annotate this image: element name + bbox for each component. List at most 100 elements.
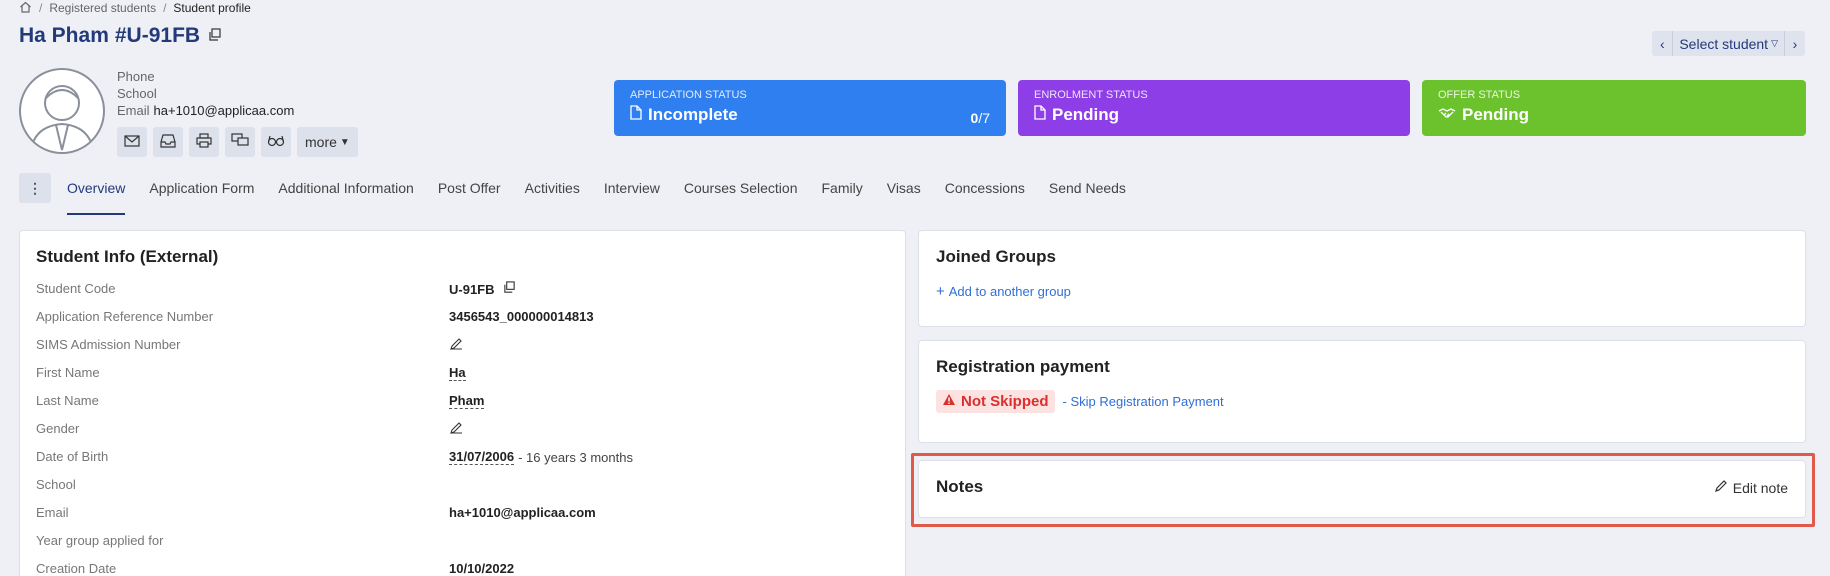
info-row: Date of Birth 31/07/2006 - 16 years 3 mo… <box>36 449 889 477</box>
copy-icon[interactable] <box>208 24 222 48</box>
field-value: ha+1010@applicaa.com <box>449 505 596 520</box>
tab-courses-selection[interactable]: Courses Selection <box>684 173 798 203</box>
field-label: Last Name <box>36 393 99 408</box>
add-to-group-link[interactable]: + Add to another group <box>936 283 1071 300</box>
tab-family[interactable]: Family <box>822 173 863 203</box>
application-status-label: APPLICATION STATUS <box>630 89 747 101</box>
contact-info: Phone School Email ha+1010@applicaa.com <box>117 68 294 119</box>
field-label: Year group applied for <box>36 533 164 548</box>
tab-application-form[interactable]: Application Form <box>149 173 254 203</box>
page-title: Ha Pham #U-91FB <box>19 24 222 48</box>
pencil-icon <box>1714 479 1728 496</box>
field-value[interactable]: Ha <box>449 365 466 381</box>
enrolment-status-label: ENROLMENT STATUS <box>1034 89 1148 101</box>
breadcrumb-current: Student profile <box>173 1 251 15</box>
phone-label: Phone <box>117 69 155 84</box>
info-row: SIMS Admission Number <box>36 337 889 365</box>
notes-title: Notes <box>936 477 984 496</box>
tab-overview[interactable]: Overview <box>67 173 126 215</box>
tab-visas[interactable]: Visas <box>887 173 921 203</box>
edit-note-button[interactable]: Edit note <box>1714 479 1788 496</box>
payment-status-badge: Not Skipped <box>936 390 1055 413</box>
edit-note-label: Edit note <box>1732 479 1788 496</box>
breadcrumb-registered-students[interactable]: Registered students <box>49 1 156 15</box>
application-status-card[interactable]: APPLICATION STATUS Incomplete 0/7 <box>614 80 1006 136</box>
info-row: Application Reference Number 3456543_000… <box>36 309 889 337</box>
field-label: School <box>36 477 76 492</box>
tab-additional-information[interactable]: Additional Information <box>278 173 413 203</box>
student-id: #U-91FB <box>114 24 201 47</box>
student-info-title: Student Info (External) <box>36 247 219 266</box>
select-student-dropdown[interactable]: Select student ▽ <box>1672 31 1785 56</box>
kebab-menu-icon[interactable]: ⋮ <box>19 173 51 203</box>
print-button[interactable] <box>189 127 219 157</box>
tab-activities[interactable]: Activities <box>525 173 580 203</box>
info-row: First Name Ha <box>36 365 889 393</box>
age-text: - 16 years 3 months <box>518 449 633 465</box>
application-status-value: Incomplete <box>648 105 738 124</box>
next-student-button[interactable]: › <box>1785 31 1805 56</box>
tab-bar: ⋮ Overview Application Form Additional I… <box>19 173 1150 215</box>
enrolment-status-value: Pending <box>1052 105 1120 124</box>
tab-post-offer[interactable]: Post Offer <box>438 173 501 203</box>
breadcrumb-separator: / <box>163 1 167 15</box>
notes-panel: Notes Edit note <box>918 460 1806 518</box>
info-row: Last Name Pham <box>36 393 889 421</box>
select-student-label: Select student <box>1679 35 1769 52</box>
field-label: Email <box>36 505 69 520</box>
breadcrumb-separator: / <box>39 1 43 15</box>
registration-payment-panel: Registration payment Not Skipped - Skip … <box>918 340 1806 443</box>
tab-send-needs[interactable]: Send Needs <box>1049 173 1126 203</box>
info-row: Year group applied for <box>36 533 889 561</box>
pencil-icon[interactable] <box>449 421 463 438</box>
joined-groups-panel: Joined Groups + Add to another group <box>918 230 1806 327</box>
field-value: 10/10/2022 <box>449 561 515 576</box>
field-value: 3456543_000000014813 <box>449 309 594 324</box>
prev-student-button[interactable]: ‹ <box>1652 31 1672 56</box>
email-label: Email <box>117 103 150 118</box>
more-button[interactable]: more ▼ <box>297 127 358 157</box>
field-label: First Name <box>36 365 100 380</box>
offer-status-value: Pending <box>1462 105 1530 124</box>
joined-groups-title: Joined Groups <box>936 247 1056 266</box>
student-name: Ha Pham <box>19 24 109 47</box>
email-value: ha+1010@applicaa.com <box>153 103 295 118</box>
add-to-group-label: Add to another group <box>948 284 1071 299</box>
caret-down-icon: ▼ <box>339 136 350 148</box>
more-label: more <box>305 134 337 150</box>
offer-status-label: OFFER STATUS <box>1438 89 1521 101</box>
tab-interview[interactable]: Interview <box>604 173 660 203</box>
handshake-icon <box>1438 105 1456 125</box>
tab-concessions[interactable]: Concessions <box>945 173 1025 203</box>
home-icon[interactable] <box>19 1 32 16</box>
enrolment-status-card[interactable]: ENROLMENT STATUS Pending <box>1018 80 1410 136</box>
inbox-button[interactable] <box>153 127 183 157</box>
info-row: Gender <box>36 421 889 449</box>
breadcrumb: / Registered students / Student profile <box>19 1 251 15</box>
email-button[interactable] <box>117 127 147 157</box>
document-icon <box>1034 105 1046 125</box>
printer-icon <box>196 133 212 151</box>
pencil-icon[interactable] <box>449 337 463 354</box>
envelope-icon <box>124 134 140 150</box>
offer-status-card[interactable]: OFFER STATUS Pending <box>1422 80 1806 136</box>
field-value[interactable]: 31/07/2006 <box>449 449 515 465</box>
copy-icon[interactable] <box>503 281 516 297</box>
field-value: U-91FB <box>449 281 495 297</box>
payment-status-text: Not Skipped <box>961 393 1049 410</box>
info-row: School <box>36 477 889 505</box>
plus-icon: + <box>936 283 945 300</box>
field-value[interactable]: Pham <box>449 393 485 409</box>
field-label: Date of Birth <box>36 449 109 464</box>
inbox-icon <box>160 133 176 151</box>
view-as-button[interactable] <box>261 127 291 157</box>
field-label: Gender <box>36 421 80 436</box>
school-label: School <box>117 86 157 101</box>
skip-payment-link[interactable]: - Skip Registration Payment <box>1063 394 1224 409</box>
document-icon <box>630 105 642 125</box>
caret-down-icon: ▽ <box>1771 38 1778 48</box>
glasses-icon <box>267 134 285 150</box>
info-row: Student Code U-91FB <box>36 281 889 309</box>
action-bar: more ▼ <box>117 127 358 157</box>
messages-button[interactable] <box>225 127 255 157</box>
